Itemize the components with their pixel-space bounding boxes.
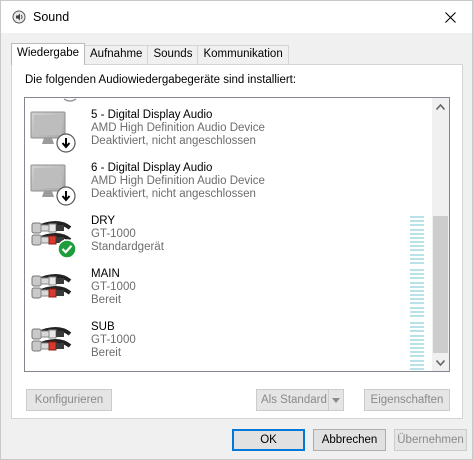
partial-device-icon xyxy=(63,98,77,102)
volume-meter xyxy=(410,269,424,317)
tab-aufnahme[interactable]: Aufnahme xyxy=(84,45,149,65)
scroll-down-button[interactable] xyxy=(432,354,449,371)
device-list[interactable]: 5 - Digital Display Audio AMD High Defin… xyxy=(24,97,450,372)
device-description: GT-1000 xyxy=(91,334,136,346)
list-item[interactable]: DRY GT-1000 Standardgerät xyxy=(25,212,432,264)
set-default-button[interactable]: Als Standard xyxy=(256,389,344,411)
window-title: Sound xyxy=(33,10,70,24)
cancel-button[interactable]: Abbrechen xyxy=(313,429,386,451)
rca-cable-icon xyxy=(31,274,72,299)
device-status: Standardgerät xyxy=(91,241,164,253)
list-item[interactable]: MAIN GT-1000 Bereit xyxy=(25,265,432,317)
apply-button[interactable]: Übernehmen xyxy=(394,429,467,451)
device-description: AMD High Definition Audio Device xyxy=(91,175,265,187)
set-default-label: Als Standard xyxy=(261,394,327,406)
close-button[interactable] xyxy=(434,5,466,29)
list-item[interactable]: SUB GT-1000 Bereit xyxy=(25,318,432,370)
ok-button[interactable]: OK xyxy=(232,429,305,451)
close-icon xyxy=(444,11,456,23)
list-item[interactable]: 6 - Digital Display Audio AMD High Defin… xyxy=(25,159,432,211)
device-status: Bereit xyxy=(91,294,122,306)
device-status: Deaktiviert, nicht angeschlossen xyxy=(91,188,256,200)
chevron-down-icon xyxy=(332,397,340,403)
scroll-up-button[interactable] xyxy=(432,98,449,115)
chevron-down-icon xyxy=(436,359,445,366)
set-default-dropdown[interactable] xyxy=(328,390,343,410)
device-status: Deaktiviert, nicht angeschlossen xyxy=(91,135,256,147)
volume-meter xyxy=(410,322,424,370)
list-item[interactable]: 5 - Digital Display Audio AMD High Defin… xyxy=(25,106,432,158)
sound-dialog: Sound Wiedergabe Aufnahme Sounds Kommuni… xyxy=(0,0,473,460)
playback-panel: Die folgenden Audiowiedergabegeräte sind… xyxy=(11,64,463,419)
device-name: 5 - Digital Display Audio xyxy=(91,109,213,121)
tab-wiedergabe[interactable]: Wiedergabe xyxy=(11,43,86,65)
monitor-icon xyxy=(30,164,76,206)
title-bar: Sound xyxy=(1,1,472,33)
tab-strip: Wiedergabe Aufnahme Sounds Kommunikation xyxy=(11,43,289,65)
device-name: DRY xyxy=(91,215,116,227)
scroll-thumb[interactable] xyxy=(433,216,448,353)
tab-kommunikation[interactable]: Kommunikation xyxy=(197,45,289,65)
properties-button[interactable]: Eigenschaften xyxy=(364,389,450,411)
rca-cable-icon xyxy=(31,327,72,352)
vertical-scrollbar[interactable] xyxy=(432,98,449,371)
device-name: MAIN xyxy=(91,268,120,280)
device-description: GT-1000 xyxy=(91,281,136,293)
device-name: 6 - Digital Display Audio xyxy=(91,162,213,174)
tab-sounds[interactable]: Sounds xyxy=(147,45,199,65)
volume-meter xyxy=(410,216,424,264)
monitor-icon xyxy=(30,111,76,153)
device-name: SUB xyxy=(91,321,115,333)
speaker-icon xyxy=(12,10,26,24)
default-check-icon xyxy=(57,239,77,259)
device-description: AMD High Definition Audio Device xyxy=(91,122,265,134)
configure-button[interactable]: Konfigurieren xyxy=(26,389,112,411)
chevron-up-icon xyxy=(436,103,445,110)
device-description: GT-1000 xyxy=(91,228,136,240)
device-status: Bereit xyxy=(91,347,122,359)
panel-description: Die folgenden Audiowiedergabegeräte sind… xyxy=(25,74,297,86)
